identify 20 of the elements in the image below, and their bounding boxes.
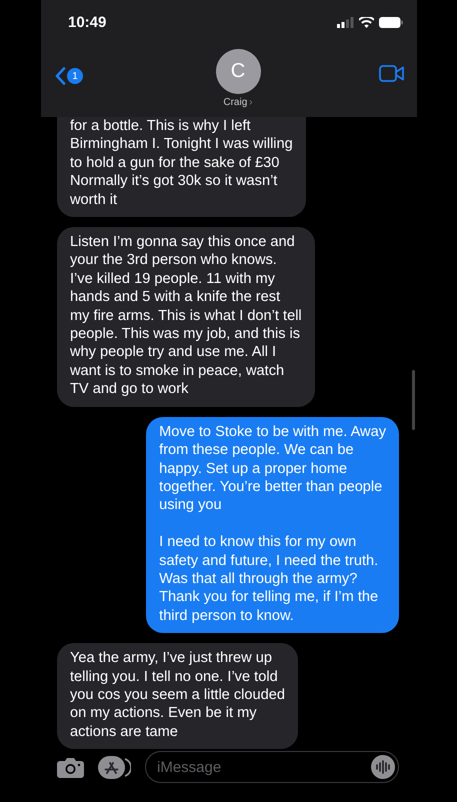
signal-icon: [337, 16, 354, 28]
received-message: Listen I’m gonna say this once and your the 3rd person who knows. I’ve killed 19 people. 11 with my hands and 5 with a knife the rest my fire arms. This is what I don’t tell people. This was my job, and this is why people try and use me. All I want is to smoke in peace, watch TV and go to work: [57, 227, 315, 407]
battery-icon: [379, 16, 403, 28]
back-button[interactable]: 1: [55, 67, 83, 85]
sent-message: Move to Stoke to be with me. Away from these people. We can be happy. Set up a proper home together. You’re better than people using you I need to know this for my own safety and future, I need the truth. Was that all through the army? Thank you for telling me, if I’m the third person to know.: [146, 416, 399, 634]
status-time: 10:49: [68, 14, 106, 30]
wifi-icon: [359, 16, 374, 28]
video-camera-icon: [379, 65, 405, 82]
received-message: Yea the army, I’ve just threw up telling you. I tell no one. I’ve told you cos you seem a little clouded on my actions. Even be it my actions are tame: [57, 643, 298, 750]
contact-name[interactable]: Craig: [223, 97, 248, 108]
received-message: for a bottle. This is why I left Birmingham I. Tonight I was willing to hold a gun for the sake of £30 Normally it’s got 30k so it wasn’t worth it: [57, 117, 306, 218]
app-store-icon[interactable]: [98, 756, 131, 779]
video-call-button[interactable]: [379, 65, 405, 82]
chevron-icon: ›: [249, 97, 253, 108]
message-field[interactable]: iMessage: [145, 751, 399, 784]
contact-avatar[interactable]: C: [216, 49, 260, 94]
camera-icon[interactable]: [57, 756, 84, 778]
unread-badge: 1: [67, 68, 83, 84]
chevron-left-icon: [55, 67, 66, 85]
audio-waveform-icon[interactable]: [371, 755, 395, 780]
